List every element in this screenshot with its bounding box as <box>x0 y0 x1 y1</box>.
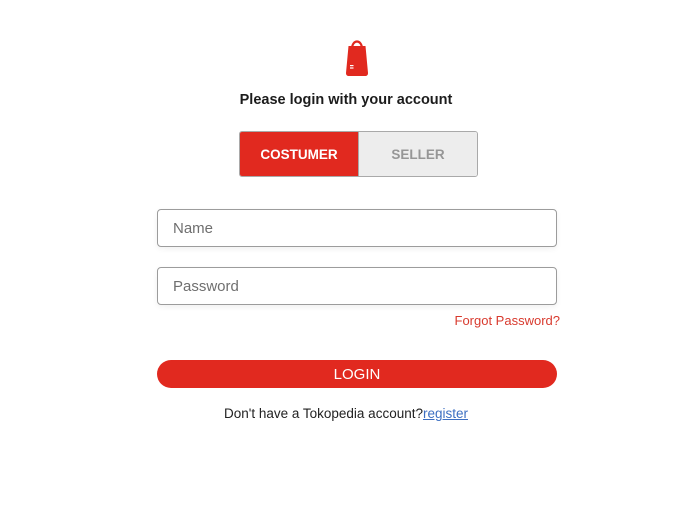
name-input[interactable] <box>157 209 557 247</box>
register-link[interactable]: register <box>423 406 468 421</box>
seller-tab[interactable]: SELLER <box>359 132 477 176</box>
role-toggle: COSTUMER SELLER <box>239 131 478 177</box>
costumer-tab[interactable]: COSTUMER <box>240 132 359 176</box>
register-prompt-text: Don't have a Tokopedia account? <box>224 406 423 421</box>
shopping-bag-icon <box>346 40 368 76</box>
forgot-password-link[interactable]: Forgot Password? <box>455 313 561 328</box>
password-input[interactable] <box>157 267 557 305</box>
login-button[interactable]: LOGIN <box>157 360 557 388</box>
login-heading: Please login with your account <box>239 92 453 108</box>
register-prompt: Don't have a Tokopedia account?register <box>0 406 692 421</box>
